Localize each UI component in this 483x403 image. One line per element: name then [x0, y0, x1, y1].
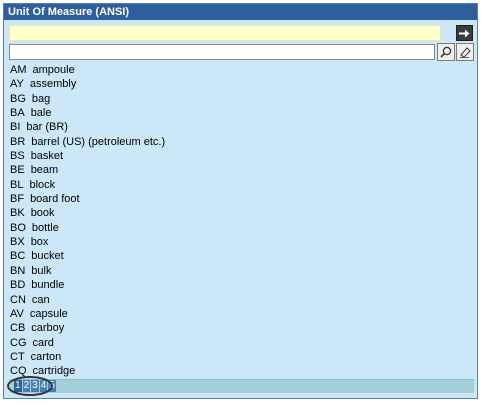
unit-label: basket [30, 150, 64, 163]
list-item[interactable]: BE beam [10, 163, 474, 177]
unit-code: BR [10, 135, 26, 148]
pager-bar [10, 379, 474, 393]
unit-code: AV [10, 307, 24, 320]
list-item[interactable]: BO bottle [10, 221, 474, 235]
unit-code: BX [10, 236, 25, 249]
unit-code: BL [10, 178, 24, 191]
list-item[interactable]: AY assembly [10, 77, 474, 91]
list-item[interactable]: BI bar (BR) [10, 120, 474, 134]
unit-code: CT [10, 350, 25, 363]
list-item[interactable]: BX box [10, 235, 474, 249]
unit-label: bucket [31, 250, 64, 263]
unit-code: BF [10, 193, 25, 206]
unit-label: block [29, 178, 56, 191]
unit-label: board foot [30, 193, 80, 206]
unit-label: bar (BR) [26, 121, 68, 134]
unit-label: carboy [31, 322, 65, 335]
unit-label: card [32, 336, 54, 349]
unit-code: CQ [10, 365, 27, 378]
unit-label: capsule [29, 307, 68, 320]
list-item[interactable]: BD bundle [10, 278, 474, 292]
list-item[interactable]: BR barrel (US) (petroleum etc.) [10, 135, 474, 149]
arrow-right-icon [459, 29, 470, 37]
unit-label: bulk [31, 264, 52, 277]
list-item[interactable]: BA bale [10, 106, 474, 120]
unit-label: ampoule [32, 64, 75, 76]
page-link[interactable]: 2 [22, 380, 31, 392]
unit-label: carton [30, 350, 62, 363]
unit-code: BG [10, 92, 26, 105]
list-item[interactable]: CQ cartridge [10, 364, 474, 378]
page-link[interactable]: 4 [39, 380, 48, 392]
magnifier-icon [440, 46, 452, 58]
unit-label: barrel (US) (petroleum etc.) [31, 135, 166, 148]
unit-label: bottle [31, 221, 59, 234]
unit-code: BI [10, 121, 21, 134]
list-item[interactable]: AV capsule [10, 307, 474, 321]
unit-code: BE [10, 164, 25, 177]
unit-code: CG [10, 336, 27, 349]
page-links: 12345 [14, 380, 57, 392]
list-item[interactable]: BG bag [10, 92, 474, 106]
list-item[interactable]: AM ampoule [10, 63, 474, 77]
unit-label: beam [30, 164, 59, 177]
list-item[interactable]: CT carton [10, 350, 474, 364]
unit-code: BN [10, 264, 26, 277]
list-item[interactable]: CN can [10, 293, 474, 307]
eraser-icon [460, 47, 471, 58]
unit-code: BS [10, 150, 25, 163]
uom-window: Unit Of Measure (ANSI) AM ampoule AY assemb… [3, 3, 478, 399]
list-item[interactable]: BF board foot [10, 192, 474, 206]
list-item[interactable]: BS basket [10, 149, 474, 163]
clear-button[interactable] [456, 43, 474, 61]
unit-label: can [31, 293, 50, 306]
list-item[interactable]: BC bucket [10, 249, 474, 263]
search-input[interactable] [9, 44, 435, 60]
list-item[interactable]: BK book [10, 206, 474, 220]
unit-label: box [30, 236, 49, 249]
unit-code: BO [10, 221, 26, 234]
page-link[interactable]: 1 [14, 380, 22, 392]
unit-label: assembly [29, 78, 77, 91]
window-title: Unit Of Measure (ANSI) [4, 4, 477, 20]
unit-code: AY [10, 78, 24, 91]
unit-label: bundle [31, 279, 65, 292]
go-button[interactable] [456, 25, 473, 41]
unit-label: cartridge [32, 365, 76, 378]
selected-value-field[interactable] [9, 25, 441, 41]
unit-code: BK [10, 207, 25, 220]
unit-code: BA [10, 107, 25, 120]
unit-code: BD [10, 279, 26, 292]
unit-label: bale [30, 107, 52, 120]
unit-code: CN [10, 293, 26, 306]
list-item[interactable]: CG card [10, 336, 474, 350]
list-item[interactable]: BL block [10, 178, 474, 192]
unit-label: book [30, 207, 55, 220]
unit-code: AM [10, 64, 27, 76]
unit-code: BC [10, 250, 26, 263]
unit-code: CB [10, 322, 26, 335]
page-link[interactable]: 5 [48, 380, 56, 392]
unit-list: AM ampoule AY assembly BG bag BA bale BI bar (BR)… [10, 63, 474, 379]
list-item[interactable]: CB carboy [10, 321, 474, 335]
unit-label: bag [31, 92, 51, 105]
search-button[interactable] [437, 43, 455, 61]
page-link[interactable]: 3 [31, 380, 39, 392]
list-item[interactable]: BN bulk [10, 264, 474, 278]
